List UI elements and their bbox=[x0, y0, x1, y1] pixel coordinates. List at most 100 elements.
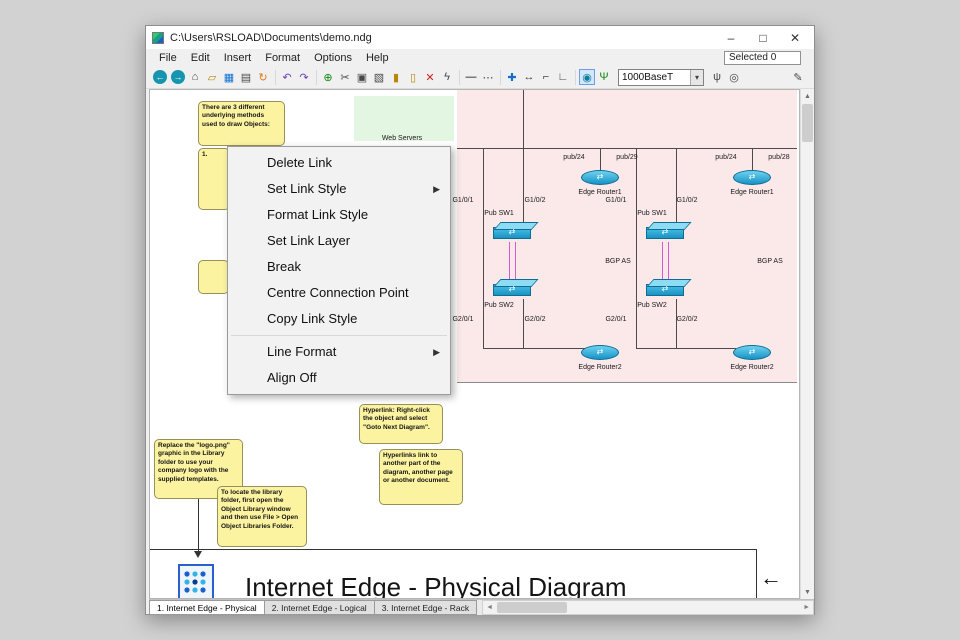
unlock-icon[interactable]: ▯ bbox=[405, 69, 421, 85]
scroll-right-button[interactable]: ► bbox=[803, 604, 810, 611]
globe-icon[interactable]: ⊕ bbox=[320, 69, 336, 85]
uplink-line[interactable] bbox=[523, 90, 524, 148]
bgp-as-label[interactable]: BGP AS bbox=[605, 258, 631, 265]
refresh-icon[interactable]: ↻ bbox=[255, 69, 271, 85]
menu-item-line-format[interactable]: Line Format ▶ bbox=[229, 339, 449, 365]
menu-item-delete-link[interactable]: Delete Link bbox=[229, 150, 449, 176]
note-draw-methods-continued[interactable]: 1. bbox=[198, 148, 230, 210]
zoom-icon[interactable]: ◎ bbox=[726, 69, 742, 85]
vertical-scroll-thumb[interactable] bbox=[802, 104, 813, 142]
step-down-icon[interactable]: ∟ bbox=[555, 69, 571, 85]
edge-router1-left-label[interactable]: Edge Router1 bbox=[578, 189, 621, 196]
step-up-icon[interactable]: ⌐ bbox=[538, 69, 554, 85]
menu-item-set-link-layer[interactable]: Set Link Layer bbox=[229, 228, 449, 254]
move-icon[interactable]: ↔ bbox=[521, 69, 537, 85]
save-icon[interactable]: ▦ bbox=[221, 69, 237, 85]
link-line[interactable] bbox=[636, 148, 637, 348]
menu-item-align-off[interactable]: Align Off bbox=[229, 365, 449, 391]
interface-label[interactable]: G2/0/1 bbox=[452, 316, 473, 323]
router-uplink-line[interactable] bbox=[752, 148, 753, 170]
interface-label[interactable]: G1/0/1 bbox=[452, 197, 473, 204]
cut-icon[interactable]: ✂ bbox=[337, 69, 353, 85]
tab-internet-edge-rack[interactable]: 3. Internet Edge - Rack bbox=[373, 600, 478, 615]
scroll-left-button[interactable]: ◄ bbox=[486, 604, 493, 611]
vertical-scrollbar[interactable]: ▲ ▼ bbox=[800, 89, 814, 599]
net-label[interactable]: pub/28 bbox=[768, 154, 789, 161]
edge-router1-left-icon[interactable] bbox=[581, 170, 619, 185]
link-line[interactable] bbox=[636, 348, 736, 349]
wireless-icon[interactable]: ψ bbox=[709, 69, 725, 85]
horizontal-scrollbar[interactable]: ◄ ► bbox=[482, 600, 814, 615]
undo-icon[interactable]: ↶ bbox=[279, 69, 295, 85]
switch-trunk-line[interactable] bbox=[515, 242, 516, 284]
menu-format[interactable]: Format bbox=[258, 51, 307, 65]
note-hyperlink-2[interactable]: Hyperlinks link to another part of the d… bbox=[379, 449, 463, 505]
pub-sw1-right-label[interactable]: Pub SW1 bbox=[637, 210, 667, 217]
interface-label[interactable]: G2/0/2 bbox=[676, 316, 697, 323]
menu-item-centre-connection-point[interactable]: Centre Connection Point bbox=[229, 280, 449, 306]
lock-icon[interactable]: ▮ bbox=[388, 69, 404, 85]
menu-file[interactable]: File bbox=[152, 51, 184, 65]
link-line[interactable] bbox=[676, 148, 677, 227]
pub-sw1-right-icon[interactable] bbox=[646, 227, 684, 239]
edge-router2-right-icon[interactable] bbox=[733, 345, 771, 360]
menu-edit[interactable]: Edit bbox=[184, 51, 217, 65]
link-line[interactable] bbox=[676, 299, 677, 348]
minimize-button[interactable]: – bbox=[716, 28, 746, 47]
forward-icon[interactable]: → bbox=[171, 70, 185, 84]
company-logo[interactable] bbox=[178, 564, 214, 598]
switch-trunk-line[interactable] bbox=[662, 242, 663, 284]
interface-label[interactable]: G1/0/1 bbox=[605, 197, 626, 204]
tab-internet-edge-physical[interactable]: 1. Internet Edge - Physical bbox=[149, 600, 265, 615]
pub-sw2-left-label[interactable]: Pub SW2 bbox=[484, 302, 514, 309]
print-icon[interactable]: ▤ bbox=[238, 69, 254, 85]
delete-icon[interactable]: ✕ bbox=[422, 69, 438, 85]
edge-router2-left-label[interactable]: Edge Router2 bbox=[578, 364, 621, 371]
menu-item-copy-link-style[interactable]: Copy Link Style bbox=[229, 306, 449, 332]
link-line[interactable] bbox=[523, 299, 524, 348]
menu-item-set-link-style[interactable]: Set Link Style ▶ bbox=[229, 176, 449, 202]
edge-router2-right-label[interactable]: Edge Router2 bbox=[730, 364, 773, 371]
menu-options[interactable]: Options bbox=[307, 51, 359, 65]
diagram-title[interactable]: Internet Edge - Physical Diagram bbox=[245, 572, 627, 598]
switch-trunk-line[interactable] bbox=[509, 242, 510, 284]
line-style-icon[interactable]: — bbox=[463, 69, 479, 85]
link-line[interactable] bbox=[523, 148, 524, 227]
antenna-icon[interactable]: Ψ bbox=[596, 69, 612, 85]
pub-sw2-right-label[interactable]: Pub SW2 bbox=[637, 302, 667, 309]
menu-insert[interactable]: Insert bbox=[217, 51, 259, 65]
interface-label[interactable]: G2/0/2 bbox=[524, 316, 545, 323]
link-type-dropdown[interactable]: 1000BaseT ▾ bbox=[618, 68, 704, 86]
menu-item-break[interactable]: Break bbox=[229, 254, 449, 280]
edge-router1-right-label[interactable]: Edge Router1 bbox=[730, 189, 773, 196]
copy-icon[interactable]: ▣ bbox=[354, 69, 370, 85]
edge-router2-left-icon[interactable] bbox=[581, 345, 619, 360]
menu-help[interactable]: Help bbox=[359, 51, 396, 65]
bgp-as-label[interactable]: BGP AS bbox=[757, 258, 783, 265]
net-label[interactable]: pub/29 bbox=[616, 154, 637, 161]
pub-sw2-left-icon[interactable] bbox=[493, 284, 531, 296]
pub-sw1-left-label[interactable]: Pub SW1 bbox=[484, 210, 514, 217]
home-icon[interactable]: ⌂ bbox=[187, 69, 203, 85]
redo-icon[interactable]: ↷ bbox=[296, 69, 312, 85]
switch-trunk-line[interactable] bbox=[668, 242, 669, 284]
interface-label[interactable]: G2/0/1 bbox=[605, 316, 626, 323]
dropdown-caret-icon[interactable]: ▾ bbox=[690, 69, 703, 85]
pub-sw2-right-icon[interactable] bbox=[646, 284, 684, 296]
crosshair-icon[interactable]: ✚ bbox=[504, 69, 520, 85]
annotate-icon[interactable]: ✎ bbox=[790, 69, 806, 85]
link-line[interactable] bbox=[483, 148, 484, 348]
interface-label[interactable]: G1/0/2 bbox=[524, 197, 545, 204]
link-line[interactable] bbox=[483, 348, 585, 349]
left-arrow-shape[interactable]: ← bbox=[760, 567, 782, 589]
maximize-button[interactable]: □ bbox=[748, 28, 778, 47]
menu-item-format-link-style[interactable]: Format Link Style bbox=[229, 202, 449, 228]
pub-sw1-left-icon[interactable] bbox=[493, 227, 531, 239]
scroll-down-button[interactable]: ▼ bbox=[801, 585, 814, 599]
horizontal-scroll-thumb[interactable] bbox=[497, 602, 568, 613]
scroll-up-button[interactable]: ▲ bbox=[801, 89, 814, 103]
internet-bus-line[interactable] bbox=[457, 148, 797, 149]
note-draw-methods[interactable]: There are 3 different underlying methods… bbox=[198, 101, 285, 146]
snap-mode-icon[interactable]: ◉ bbox=[579, 69, 595, 85]
edge-router1-right-icon[interactable] bbox=[733, 170, 771, 185]
